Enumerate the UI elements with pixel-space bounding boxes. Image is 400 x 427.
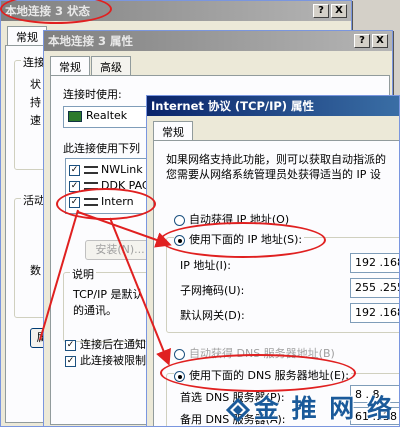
component-name: DDK PAC	[101, 179, 150, 192]
tab-general[interactable]: 常规	[7, 26, 47, 46]
status-row-3: 速	[30, 114, 41, 127]
description-line-2: 的通讯。	[73, 304, 117, 317]
tab-advanced[interactable]: 高级	[91, 56, 131, 75]
auto-ip-label: 自动获得 IP 地址(O)	[189, 213, 290, 226]
limited-label: 此连接被限制	[80, 354, 146, 367]
status-row-1: 状	[30, 78, 41, 91]
close-button[interactable]: X	[331, 4, 347, 18]
tcpip-panel: 如果网络支持此功能，则可以获取自动指派的 您需要从网络系统管理员处获得适当的 I…	[153, 140, 399, 426]
auto-dns-radio[interactable]	[174, 348, 185, 360]
auto-ip-option[interactable]: 自动获得 IP 地址(O)	[174, 211, 289, 227]
auto-dns-label: 自动获得 DNS 服务器地址(B)	[189, 347, 335, 360]
component-checkbox-2[interactable]: ✓	[69, 180, 80, 192]
protocol-icon	[84, 182, 98, 190]
manual-ip-option[interactable]: 使用下面的 IP 地址(S):	[174, 231, 305, 247]
manual-ip-label: 使用下面的 IP 地址(S):	[189, 233, 303, 246]
status-titlebar[interactable]: 本地连接 3 状态 ? X	[1, 1, 351, 21]
ip-address-field[interactable]: 192 .168	[350, 253, 399, 273]
subnet-mask-label: 子网掩码(U):	[180, 284, 245, 297]
tcpip-titlebar[interactable]: Internet 协议 (TCP/IP) 属性	[147, 96, 399, 116]
watermark-text: 金 推 网 络	[253, 394, 394, 423]
show-icon-option[interactable]: ✓ 连接后在通知	[65, 336, 146, 352]
manual-dns-label: 使用下面的 DNS 服务器地址(E):	[189, 369, 349, 382]
auto-ip-radio[interactable]	[174, 214, 185, 226]
gateway-field[interactable]: 192 .168	[350, 303, 399, 323]
watermark-logo-icon	[226, 398, 250, 422]
show-icon-checkbox[interactable]: ✓	[65, 339, 76, 351]
tab-general[interactable]: 常规	[153, 121, 193, 141]
properties-titlebar[interactable]: 本地连接 3 属性 ? X	[44, 31, 392, 51]
description-title: 说明	[70, 266, 96, 282]
gateway-label: 默认网关(D):	[180, 309, 245, 322]
manual-ip-radio[interactable]	[174, 234, 185, 246]
component-name: Intern	[101, 195, 134, 208]
count-label: 数	[30, 264, 41, 277]
properties-title: 本地连接 3 属性	[48, 34, 134, 48]
protocol-icon	[84, 198, 98, 206]
component-name: NWLink	[101, 163, 143, 176]
adapter-name: Realtek	[86, 109, 128, 122]
close-button[interactable]: X	[372, 34, 388, 48]
subnet-mask-field[interactable]: 255 .255	[350, 278, 399, 298]
intro-line-1: 如果网络支持此功能，则可以获取自动指派的	[166, 153, 386, 166]
show-icon-label: 连接后在通知	[80, 338, 146, 351]
help-button[interactable]: ?	[354, 34, 370, 48]
manual-dns-radio[interactable]	[174, 370, 185, 382]
status-title: 本地连接 3 状态	[5, 4, 91, 18]
install-button[interactable]: 安装(N)...	[85, 240, 155, 260]
auto-dns-option[interactable]: 自动获得 DNS 服务器地址(B)	[174, 345, 335, 361]
component-checkbox-3[interactable]: ✓	[69, 196, 80, 208]
tcpip-window: Internet 协议 (TCP/IP) 属性 常规 如果网络支持此功能，则可以…	[146, 95, 400, 427]
intro-line-2: 您需要从网络系统管理员处获得适当的 IP 设	[166, 168, 381, 181]
properties-tabs: 常规 高级	[44, 51, 392, 76]
component-checkbox-1[interactable]: ✓	[69, 164, 80, 176]
protocol-icon	[84, 166, 98, 174]
help-button[interactable]: ?	[313, 4, 329, 18]
tcpip-tabs: 常规	[147, 116, 399, 141]
description-line-1: TCP/IP 是默认	[73, 288, 144, 301]
tcpip-title: Internet 协议 (TCP/IP) 属性	[151, 99, 315, 113]
status-row-2: 持	[30, 96, 41, 109]
tab-general[interactable]: 常规	[50, 56, 90, 76]
network-card-icon	[68, 110, 82, 122]
limited-option[interactable]: ✓ 此连接被限制	[65, 352, 146, 368]
ip-address-label: IP 地址(I):	[180, 259, 231, 272]
connect-using-label: 连接时使用:	[63, 88, 122, 101]
manual-dns-option[interactable]: 使用下面的 DNS 服务器地址(E):	[174, 367, 351, 383]
components-label: 此连接使用下列	[63, 142, 140, 155]
limited-checkbox[interactable]: ✓	[65, 355, 76, 367]
